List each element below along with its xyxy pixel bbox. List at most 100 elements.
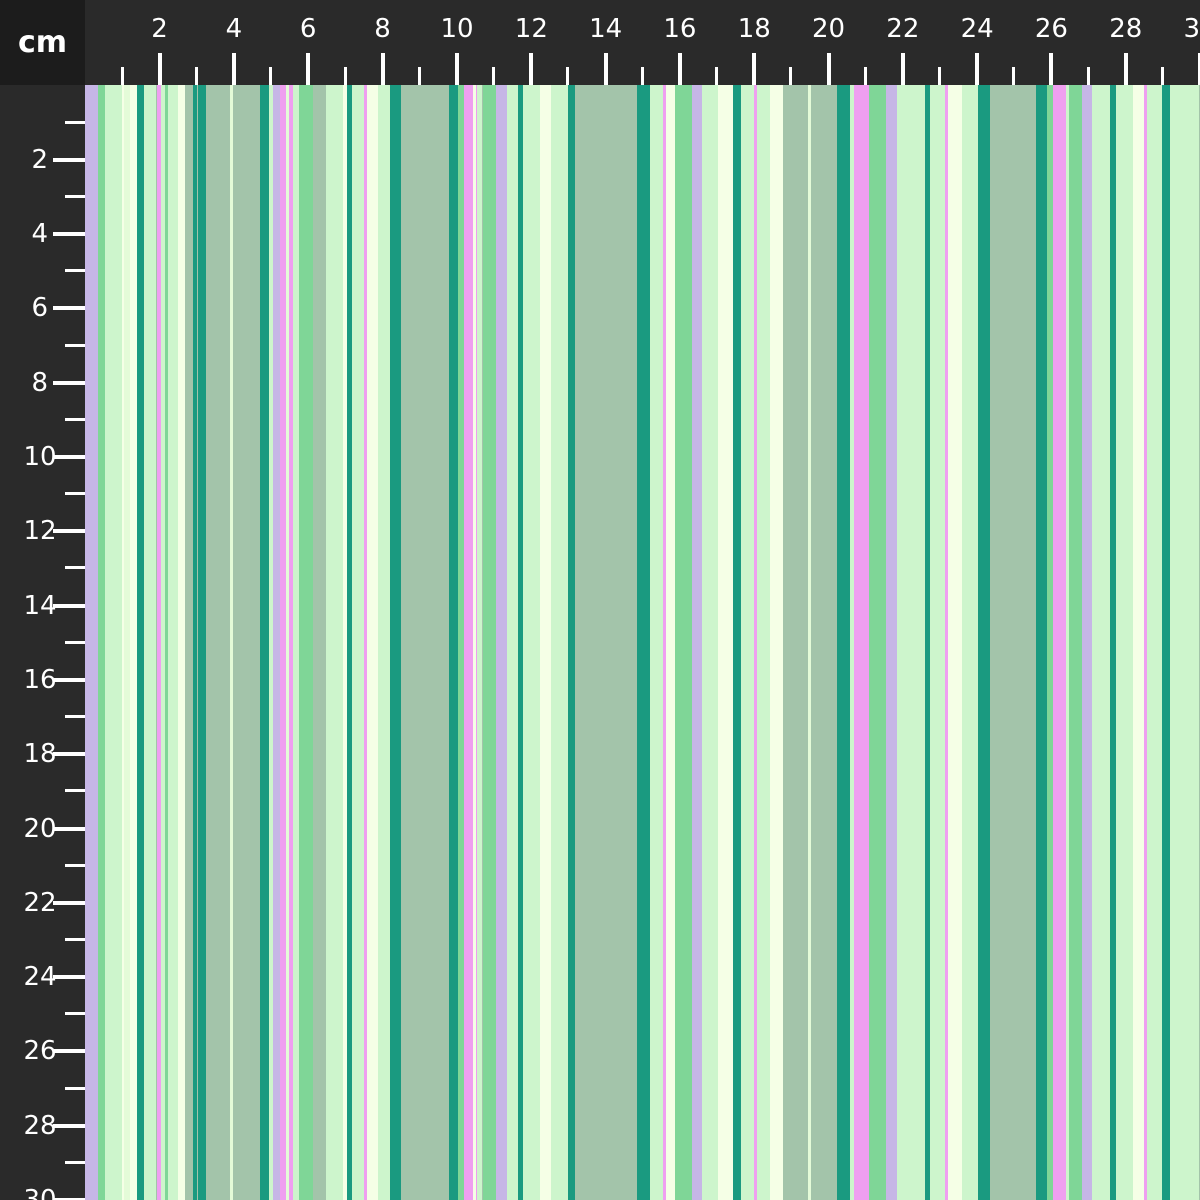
ruler-major-tick	[157, 53, 162, 85]
stripe	[567, 85, 576, 1200]
ruler-minor-tick	[65, 120, 85, 124]
ruler-tick-label: 28	[23, 1110, 57, 1141]
stripe	[854, 85, 869, 1200]
ruler-tick-label: 2	[31, 144, 49, 175]
ruler-tick-label: 22	[886, 14, 920, 44]
ruler-major-tick	[53, 380, 85, 385]
horizontal-ruler: 24681012141618202224262830	[85, 0, 1200, 85]
ruler-major-tick	[380, 53, 385, 85]
stripe	[540, 85, 552, 1200]
ruler-major-tick	[232, 53, 237, 85]
ruler-tick-label: 2	[151, 14, 168, 44]
ruler-minor-tick	[343, 67, 347, 85]
stripe	[978, 85, 990, 1200]
vertical-ruler: 2 4 6 8 10 12 14 16 18 20 22 24 26 28 30	[0, 85, 85, 1200]
stripe	[674, 85, 692, 1200]
ruler-tick-label: 20	[812, 14, 846, 44]
ruler-minor-tick	[937, 67, 941, 85]
stripe	[1010, 85, 1037, 1200]
ruler-tick-label: 8	[31, 367, 49, 398]
ruler-minor-tick	[417, 67, 421, 85]
ruler-tick-label: 6	[299, 14, 317, 44]
stripe	[1132, 85, 1144, 1200]
ruler-minor-tick	[65, 937, 85, 941]
ruler-major-tick	[603, 53, 608, 85]
stripe	[205, 85, 230, 1200]
stripe	[1091, 85, 1111, 1200]
ruler-tick-label: 26	[1034, 14, 1068, 44]
ruler-minor-tick	[65, 640, 85, 644]
ruler-minor-tick	[65, 1012, 85, 1016]
ruler-minor-tick	[269, 67, 273, 85]
stripe	[326, 85, 344, 1200]
ruler-tick-label: 22	[23, 887, 57, 918]
stripe	[1169, 85, 1200, 1200]
stripe	[144, 85, 156, 1200]
ruler-major-tick	[53, 157, 85, 162]
stripe	[198, 85, 206, 1200]
ruler-tick-label: 4	[225, 14, 243, 44]
stripe	[930, 85, 946, 1200]
ruler-minor-tick	[640, 67, 644, 85]
ruler-major-tick	[53, 455, 85, 459]
ruler-minor-tick	[65, 492, 85, 496]
stripe	[164, 85, 168, 1200]
stripe	[389, 85, 401, 1200]
stripe	[588, 85, 637, 1200]
stripe	[665, 85, 675, 1200]
ruler-tick-label: 6	[31, 293, 49, 324]
stripe	[85, 85, 98, 1200]
ruler-major-tick	[1123, 53, 1128, 85]
ruler-major-tick	[53, 529, 85, 534]
stripe	[909, 85, 925, 1200]
ruler-major-tick	[752, 53, 757, 85]
stripe	[701, 85, 719, 1200]
ruler-minor-tick	[194, 67, 198, 85]
stripe	[691, 85, 702, 1200]
stripe	[1115, 85, 1133, 1200]
ruler-tick-label: 16	[23, 664, 57, 695]
stripe	[811, 85, 838, 1200]
stripe	[449, 85, 459, 1200]
ruler-minor-tick	[1160, 67, 1164, 85]
ruler-major-tick	[455, 53, 459, 85]
ruler-major-tick	[529, 53, 534, 85]
stripe	[757, 85, 771, 1200]
ruler-tick-label: 30	[1183, 14, 1200, 44]
ruler-minor-tick	[65, 1160, 85, 1164]
stripe	[161, 85, 178, 1200]
stripe	[1036, 85, 1048, 1200]
ruler-major-tick	[306, 53, 311, 85]
stripe	[989, 85, 1011, 1200]
stripe	[1069, 85, 1083, 1200]
stripe	[947, 85, 962, 1200]
ruler-minor-tick	[65, 194, 85, 198]
stripe	[232, 85, 260, 1200]
ruler-major-tick	[53, 826, 85, 831]
stripe	[718, 85, 734, 1200]
ruler-tick-label: 14	[589, 14, 623, 44]
stripe	[192, 85, 198, 1200]
ruler-major-tick	[826, 53, 831, 85]
ruler-major-tick	[677, 53, 682, 85]
ruler-major-tick	[900, 53, 905, 85]
stripe	[1052, 85, 1066, 1200]
ruler-tick-label: 28	[1109, 14, 1143, 44]
stripe	[885, 85, 897, 1200]
stripe	[783, 85, 808, 1200]
ruler-minor-tick	[65, 789, 85, 793]
ruler-minor-tick	[65, 269, 85, 273]
ruler-tick-label: 16	[663, 14, 697, 44]
ruler-major-tick	[53, 752, 85, 757]
ruler-tick-label: 8	[374, 14, 391, 44]
stripe	[98, 85, 106, 1200]
unit-label: cm	[0, 0, 85, 85]
stripe	[1082, 85, 1092, 1200]
stripe	[740, 85, 754, 1200]
stripe	[124, 85, 130, 1200]
fabric-swatch[interactable]	[85, 85, 1200, 1200]
stripe	[636, 85, 650, 1200]
ruler-tick-label: 18	[23, 739, 57, 770]
stripe	[352, 85, 364, 1200]
ruler-minor-tick	[1012, 67, 1016, 85]
